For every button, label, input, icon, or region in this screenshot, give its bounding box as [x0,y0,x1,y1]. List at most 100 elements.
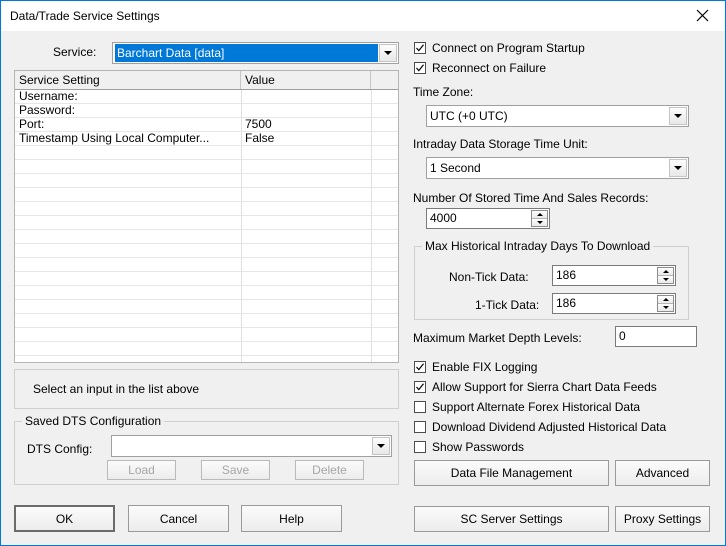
stored-records-stepper[interactable] [531,210,548,227]
ok-button[interactable]: OK [14,505,115,532]
table-row-empty [15,342,398,356]
one-tick-data-value: 186 [556,296,577,310]
checkbox-label: Enable FIX Logging [432,360,538,374]
max-depth-levels-value: 0 [619,329,626,343]
non-tick-data-stepper[interactable] [657,267,674,284]
checkbox-box [414,441,426,453]
checkbox-label: Download Dividend Adjusted Historical Da… [432,420,667,434]
one-tick-data-label: 1-Tick Data: [475,298,540,312]
row-setting: Password: [19,104,76,117]
checkbox-support-alternate-forex-historical-data[interactable]: Support Alternate Forex Historical Data [414,400,640,414]
grid-header: Service Setting Value [15,71,398,90]
saved-dts-configuration-title: Saved DTS Configuration [22,414,165,428]
cancel-button[interactable]: Cancel [128,505,229,532]
stored-records-label: Number Of Stored Time And Sales Records: [413,191,649,205]
non-tick-data-input[interactable]: 186 [552,265,676,286]
help-button[interactable]: Help [241,505,342,532]
dts-config-value [115,438,371,454]
service-combo-value: Barchart Data [data] [115,44,378,62]
table-row-empty [15,300,398,314]
table-row-empty [15,230,398,244]
column-header-value: Value [241,71,371,89]
table-row-empty [15,174,398,188]
table-row-empty [15,272,398,286]
table-row[interactable]: Port: 7500 [15,118,398,132]
table-row[interactable]: Username: [15,90,398,104]
checkbox-box [414,361,426,373]
storage-time-unit-combo[interactable]: 1 Second [426,157,689,179]
stepper-up-icon[interactable] [532,211,547,219]
chevron-down-icon[interactable] [669,107,687,125]
one-tick-data-stepper[interactable] [657,295,674,312]
non-tick-data-value: 186 [556,268,577,282]
dts-config-label: DTS Config: [27,442,93,456]
checkbox-connect-on-program-startup[interactable]: Connect on Program Startup [414,41,585,55]
checkbox-box [414,401,426,413]
stepper-down-icon[interactable] [532,218,547,226]
checkbox-label: Allow Support for Sierra Chart Data Feed… [432,380,657,394]
checkbox-label: Support Alternate Forex Historical Data [432,400,641,414]
chevron-down-icon[interactable] [669,159,687,177]
chevron-down-icon[interactable] [379,44,397,62]
checkbox-label: Show Passwords [432,440,525,454]
checkbox-box [414,42,426,54]
advanced-button[interactable]: Advanced [615,460,710,486]
table-row-empty [15,314,398,328]
one-tick-data-input[interactable]: 186 [552,293,676,314]
table-row-empty [15,286,398,300]
service-settings-grid[interactable]: Service Setting Value Username: Password… [14,70,399,363]
dialog-window: Data/Trade Service Settings Service: Bar… [0,0,726,546]
row-setting: Port: [19,118,45,131]
checkbox-download-dividend-adjusted-historical-data[interactable]: Download Dividend Adjusted Historical Da… [414,420,666,434]
checkbox-show-passwords[interactable]: Show Passwords [414,440,524,454]
stepper-up-icon[interactable] [658,296,673,304]
checkbox-label: Reconnect on Failure [432,61,547,75]
checkbox-box [414,421,426,433]
service-combo[interactable]: Barchart Data [data] [112,42,399,64]
save-button[interactable]: Save [201,460,270,480]
table-row-empty [15,244,398,258]
table-row[interactable]: Password: [15,104,398,118]
row-value: 7500 [245,118,272,131]
max-depth-levels-input[interactable]: 0 [615,326,697,347]
checkbox-label: Connect on Program Startup [432,41,585,55]
close-icon[interactable] [680,1,725,30]
checkbox-box [414,381,426,393]
row-setting: Timestamp Using Local Computer... [19,132,210,145]
stepper-down-icon[interactable] [658,275,673,283]
row-value: False [245,132,275,145]
table-row-empty [15,216,398,230]
input-hint-box: Select an input in the list above [14,369,399,409]
stepper-up-icon[interactable] [658,268,673,276]
table-row-empty [15,188,398,202]
checkbox-box [414,62,426,74]
row-value [241,90,371,103]
table-row-empty [15,202,398,216]
stepper-down-icon[interactable] [658,303,673,311]
checkbox-allow-sierra-chart-data-feeds[interactable]: Allow Support for Sierra Chart Data Feed… [414,380,657,394]
column-header-extra [371,71,398,89]
service-label: Service: [53,45,97,59]
time-zone-combo[interactable]: UTC (+0 UTC) [426,105,689,127]
dts-config-combo[interactable] [111,435,392,457]
proxy-settings-button[interactable]: Proxy Settings [615,506,710,532]
grid-rows: Username: Password: Port: 7500 Timestamp… [15,90,398,362]
stored-records-input[interactable]: 4000 [426,208,550,229]
stored-records-value: 4000 [430,211,457,225]
max-depth-levels-label: Maximum Market Depth Levels: [413,331,582,345]
table-row-empty [15,160,398,174]
time-zone-value: UTC (+0 UTC) [430,109,508,123]
delete-button[interactable]: Delete [295,460,364,480]
chevron-down-icon[interactable] [372,437,390,455]
data-file-management-button[interactable]: Data File Management [414,460,609,486]
window-title: Data/Trade Service Settings [10,9,160,23]
input-hint-text: Select an input in the list above [33,382,200,396]
row-setting: Username: [19,90,78,103]
load-button[interactable]: Load [107,460,176,480]
sc-server-settings-button[interactable]: SC Server Settings [414,506,609,532]
checkbox-reconnect-on-failure[interactable]: Reconnect on Failure [414,61,546,75]
title-bar: Data/Trade Service Settings [1,1,725,31]
table-row[interactable]: Timestamp Using Local Computer... False [15,132,398,146]
max-historical-days-title: Max Historical Intraday Days To Download [422,239,654,253]
checkbox-enable-fix-logging[interactable]: Enable FIX Logging [414,360,537,374]
